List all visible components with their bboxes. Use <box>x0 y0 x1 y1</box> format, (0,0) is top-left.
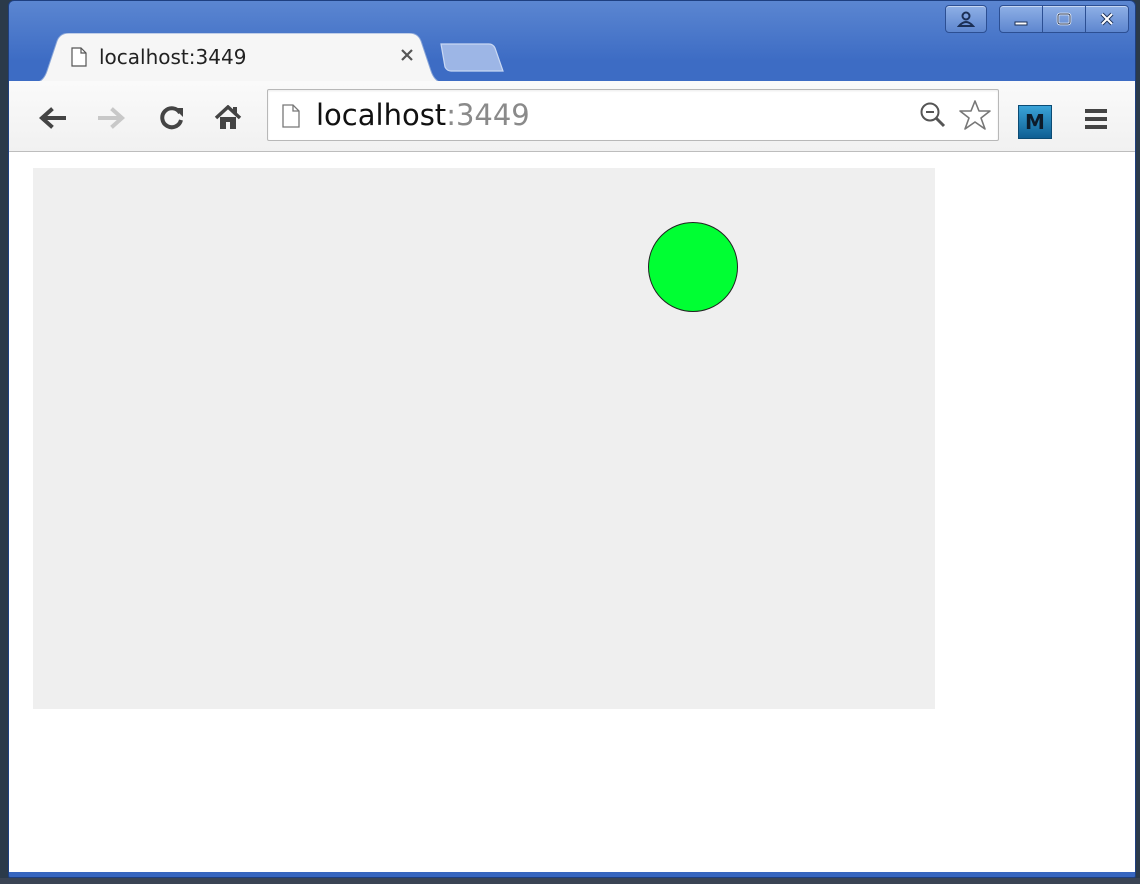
hamburger-menu-icon[interactable] <box>1083 107 1109 131</box>
maximize-button[interactable] <box>1042 5 1086 33</box>
home-button[interactable] <box>211 101 245 135</box>
tab-close-button[interactable] <box>395 43 419 67</box>
green-ball <box>648 222 738 312</box>
zoom-out-icon[interactable] <box>918 100 948 130</box>
window-button-group <box>999 5 1129 33</box>
url-text: localhost:3449 <box>316 98 530 132</box>
back-button[interactable] <box>35 101 69 135</box>
profile-button[interactable] <box>945 5 987 33</box>
browser-window: localhost:3449 localhost:3449 M <box>8 0 1136 878</box>
page-icon <box>71 47 87 67</box>
tab-title: localhost:3449 <box>99 45 247 69</box>
url-port: :3449 <box>446 98 530 132</box>
address-bar[interactable]: localhost:3449 <box>267 89 999 141</box>
close-icon <box>401 49 413 61</box>
forward-button[interactable] <box>95 101 129 135</box>
home-icon <box>214 105 242 129</box>
window-controls <box>945 5 1129 33</box>
reload-icon <box>160 106 183 130</box>
desktop-taskbar-edge <box>0 878 1140 884</box>
page-icon <box>282 104 300 128</box>
extension-button[interactable]: M <box>1018 105 1052 139</box>
tab-localhost[interactable]: localhost:3449 <box>33 33 445 83</box>
reload-button[interactable] <box>155 101 189 135</box>
minimize-button[interactable] <box>999 5 1043 33</box>
extension-label: M <box>1025 110 1045 134</box>
close-window-button[interactable] <box>1085 5 1129 33</box>
profile-icon <box>957 11 975 27</box>
new-tab-icon[interactable] <box>437 43 505 73</box>
browser-toolbar: localhost:3449 M <box>9 81 1135 152</box>
star-icon[interactable] <box>958 98 992 132</box>
close-icon <box>1100 12 1114 26</box>
forward-arrow-icon <box>98 107 126 129</box>
page-content <box>9 152 1135 872</box>
url-host: localhost <box>316 98 447 132</box>
minimize-icon <box>1014 21 1028 26</box>
maximize-icon <box>1056 12 1072 26</box>
back-arrow-icon <box>38 107 66 129</box>
game-canvas[interactable] <box>33 168 935 709</box>
